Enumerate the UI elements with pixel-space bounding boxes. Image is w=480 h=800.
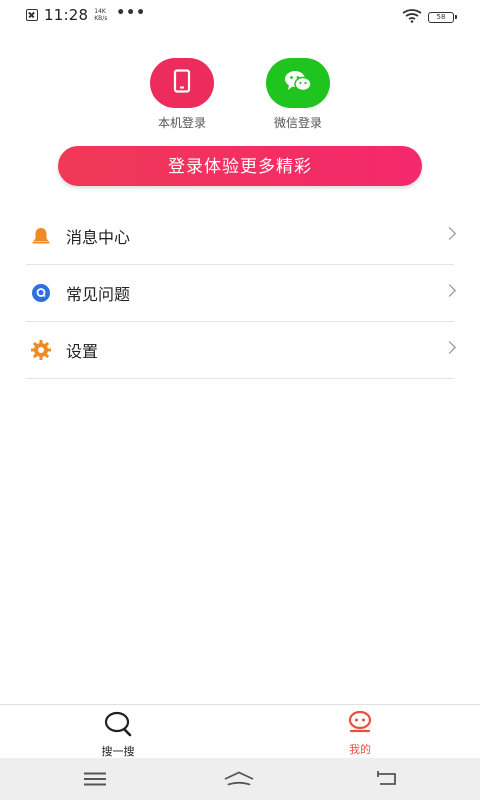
tablet-icon [173, 69, 191, 97]
system-nav-bar [0, 758, 480, 800]
back-icon[interactable] [372, 768, 402, 790]
more-notifications-icon: ••• [116, 5, 147, 21]
home-icon[interactable] [224, 768, 254, 790]
device-login-label: 本机登录 [157, 116, 206, 130]
gear-icon [30, 339, 52, 361]
tab-search[interactable]: 搜一搜 [78, 711, 158, 759]
status-time: 11:28 [44, 6, 89, 24]
login-button[interactable]: 登录体验更多精彩 [58, 146, 422, 186]
settings-menu: 消息中心 常见问题 设置 [26, 208, 456, 379]
wechat-login-label: 微信登录 [273, 116, 322, 130]
sim-icon [26, 9, 38, 21]
device-login-option[interactable]: 本机登录 [142, 58, 222, 131]
tab-mine[interactable]: 我的 [320, 710, 400, 757]
menu-label-messages: 消息中心 [66, 228, 131, 247]
chevron-right-icon [443, 341, 456, 354]
device-login-button[interactable] [150, 58, 214, 108]
chevron-right-icon [443, 227, 456, 240]
status-bar: 11:28 14K KB/s ••• 58 [0, 0, 480, 30]
menu-icon[interactable] [80, 768, 110, 790]
tab-mine-label: 我的 [349, 743, 371, 756]
tab-search-label: 搜一搜 [101, 745, 135, 758]
menu-item-faq[interactable]: 常见问题 [26, 265, 456, 322]
menu-item-messages[interactable]: 消息中心 [26, 208, 456, 265]
wifi-icon [402, 8, 422, 27]
bottom-tab-bar: 搜一搜 我的 [0, 704, 480, 759]
wechat-login-button[interactable] [266, 58, 330, 108]
wechat-icon [283, 69, 313, 97]
menu-label-settings: 设置 [66, 342, 99, 361]
bell-icon [30, 225, 52, 247]
chevron-right-icon [443, 284, 456, 297]
profile-icon [347, 710, 373, 739]
menu-item-settings[interactable]: 设置 [26, 322, 456, 379]
wechat-login-option[interactable]: 微信登录 [258, 58, 338, 131]
network-speed: 14K KB/s [94, 8, 108, 22]
search-icon [103, 711, 133, 741]
battery-icon: 58 [428, 12, 457, 23]
question-icon [30, 282, 52, 304]
menu-label-faq: 常见问题 [66, 285, 131, 304]
